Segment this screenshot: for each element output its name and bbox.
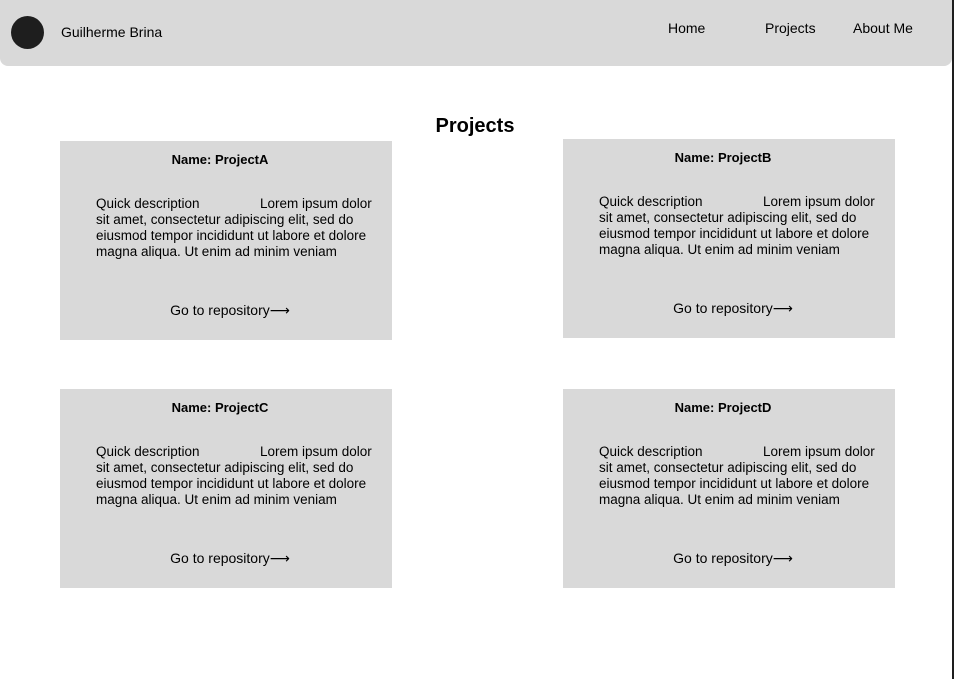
nav-link-projects[interactable]: Projects <box>765 20 816 37</box>
project-name: Name: ProjectA <box>171 152 269 167</box>
project-card-d: Name: ProjectD Quick description Lorem ip… <box>563 389 895 588</box>
arrow-right-icon[interactable]: ⟶ <box>270 551 290 567</box>
nav-link-home[interactable]: Home <box>668 20 705 37</box>
nav-link-about-me[interactable]: About Me <box>853 20 913 37</box>
project-name: Name: ProjectD <box>674 400 772 415</box>
repository-link-label[interactable]: Go to repository <box>673 550 773 566</box>
project-description: Quick description Lorem ipsum dolor sit a… <box>599 444 884 508</box>
project-description: Quick description Lorem ipsum dolor sit a… <box>599 194 884 258</box>
arrow-right-icon[interactable]: ⟶ <box>270 303 290 319</box>
project-card-b: Name: ProjectB Quick description Lorem ip… <box>563 139 895 338</box>
project-description: Quick description Lorem ipsum dolor sit a… <box>96 444 381 508</box>
project-name: Name: ProjectB <box>674 150 772 165</box>
description-label: Quick description <box>96 444 200 459</box>
description-label: Quick description <box>96 196 200 211</box>
project-card-a: Name: ProjectA Quick description Lorem ip… <box>60 141 392 340</box>
arrow-right-icon[interactable]: ⟶ <box>773 301 793 317</box>
project-name: Name: ProjectC <box>171 400 269 415</box>
arrow-right-icon[interactable]: ⟶ <box>773 551 793 567</box>
page-title: Projects <box>435 115 515 138</box>
repository-link-label[interactable]: Go to repository <box>673 300 773 316</box>
navbar: Guilherme Brina Home Projects About Me <box>0 0 952 66</box>
project-card-c: Name: ProjectC Quick description Lorem ip… <box>60 389 392 588</box>
go-to-repository-link[interactable]: Go to repository⟶ <box>60 302 400 320</box>
description-label: Quick description <box>599 194 703 209</box>
go-to-repository-link[interactable]: Go to repository⟶ <box>563 300 903 318</box>
brand-name[interactable]: Guilherme Brina <box>61 24 162 41</box>
avatar[interactable] <box>11 16 44 49</box>
repository-link-label[interactable]: Go to repository <box>170 302 270 318</box>
description-label: Quick description <box>599 444 703 459</box>
go-to-repository-link[interactable]: Go to repository⟶ <box>563 550 903 568</box>
project-description: Quick description Lorem ipsum dolor sit a… <box>96 196 381 260</box>
go-to-repository-link[interactable]: Go to repository⟶ <box>60 550 400 568</box>
repository-link-label[interactable]: Go to repository <box>170 550 270 566</box>
